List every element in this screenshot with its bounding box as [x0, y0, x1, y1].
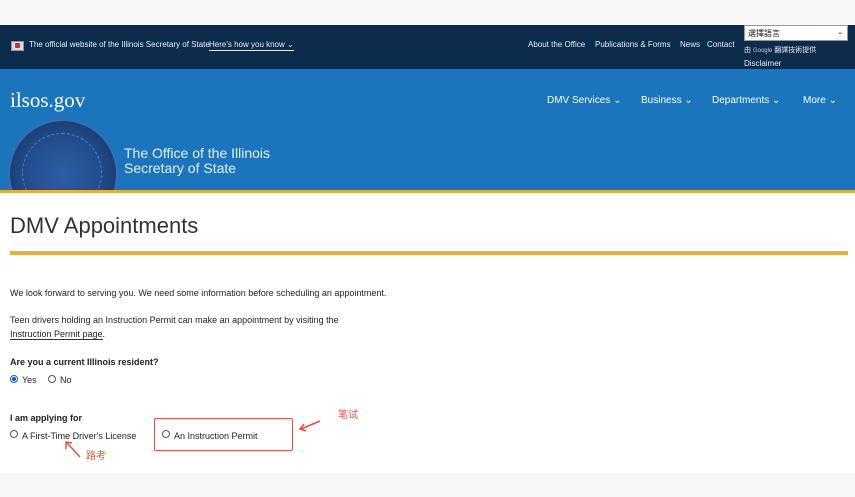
- disclaimer-link[interactable]: Disclaimer: [744, 59, 781, 68]
- us-flag-icon: [11, 41, 24, 51]
- arrow-line-written: [300, 420, 321, 430]
- main-content: DMV Appointments We look forward to serv…: [0, 193, 855, 473]
- page-bottom: [0, 473, 855, 497]
- state-seal-image: [8, 119, 118, 190]
- period: .: [102, 329, 106, 339]
- language-select-value: 選擇語言: [748, 29, 780, 38]
- first-time-license-radio[interactable]: [10, 430, 18, 438]
- office-title-line2: Secretary of State: [124, 160, 237, 176]
- arrow-head-written: [298, 423, 307, 432]
- news-link[interactable]: News: [680, 40, 700, 49]
- instruction-permit-link[interactable]: Instruction Permit page: [10, 329, 103, 340]
- nav-departments[interactable]: Departments ⌄: [712, 95, 780, 106]
- office-title: The Office of the Illinois Secretary of …: [124, 146, 270, 176]
- arrow-head-road: [65, 441, 73, 449]
- heres-how-you-know-link[interactable]: Here's how you know ⌄: [209, 40, 294, 51]
- chevron-down-icon: ⌄: [613, 95, 622, 106]
- chevron-down-icon: ⌄: [828, 95, 837, 106]
- google-translate-credit: 由 Google 翻譯技術提供: [744, 47, 817, 54]
- top-margin: [0, 0, 855, 25]
- first-time-license-label[interactable]: A First-Time Driver's License: [22, 431, 136, 441]
- resident-no-radio[interactable]: [48, 375, 56, 383]
- site-header: ilsos.gov DMV Services ⌄ Business ⌄ Depa…: [0, 69, 855, 190]
- nav-dmv-services[interactable]: DMV Services ⌄: [547, 95, 622, 106]
- chevron-down-icon: ⌄: [684, 95, 693, 106]
- applying-for-question: I am applying for: [10, 413, 83, 423]
- nav-more[interactable]: More ⌄: [803, 95, 837, 106]
- title-gold-rule: [10, 251, 848, 255]
- about-office-link[interactable]: About the Office: [528, 40, 585, 49]
- intro-text: We look forward to serving you. We need …: [10, 288, 387, 298]
- resident-yes-radio[interactable]: [10, 375, 18, 383]
- page-title: DMV Appointments: [10, 213, 199, 238]
- publications-forms-link[interactable]: Publications & Forms: [595, 40, 671, 49]
- annotation-written-test: 笔试: [338, 410, 358, 421]
- chevron-down-icon: ⌄: [772, 95, 781, 106]
- nav-business[interactable]: Business ⌄: [641, 95, 693, 106]
- site-logo[interactable]: ilsos.gov: [10, 88, 85, 113]
- official-banner: The official website of the Illinois Sec…: [0, 25, 855, 69]
- resident-yes-label[interactable]: Yes: [22, 375, 37, 385]
- resident-no-label[interactable]: No: [60, 375, 72, 385]
- chevron-down-icon: ⌄: [837, 29, 843, 36]
- contact-link[interactable]: Contact: [707, 40, 735, 49]
- google-logo-text: Google: [752, 48, 773, 54]
- annotation-road-test: 路考: [86, 451, 106, 462]
- arrow-line-road: [66, 442, 81, 458]
- teen-link-line: Instruction Permit page.: [10, 329, 106, 340]
- office-title-line1: The Office of the Illinois: [124, 145, 271, 161]
- teen-drivers-text: Teen drivers holding an Instruction Perm…: [10, 315, 339, 325]
- annotation-highlight-box: [154, 418, 293, 451]
- official-site-text: The official website of the Illinois Sec…: [29, 40, 210, 49]
- resident-question: Are you a current Illinois resident?: [10, 357, 159, 367]
- language-select[interactable]: 選擇語言 ⌄: [744, 25, 848, 41]
